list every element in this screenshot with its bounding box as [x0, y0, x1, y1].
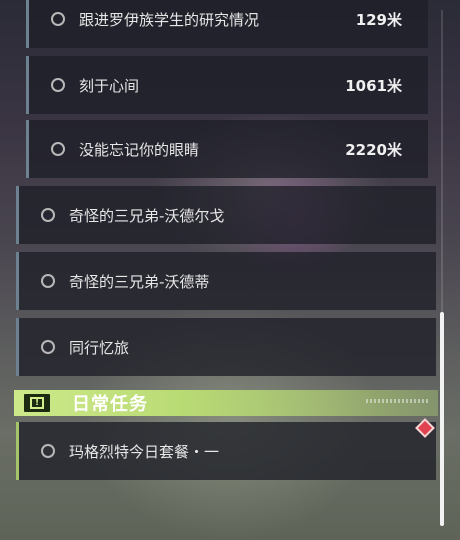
quest-item-sub[interactable]: 没能忘记你的眼睛 2220米: [26, 120, 428, 178]
quest-title: 跟进罗伊族学生的研究情况: [79, 10, 260, 29]
quest-distance: 2220米: [345, 140, 402, 159]
quest-status-circle-icon: [51, 12, 65, 26]
quest-item-sub[interactable]: 跟进罗伊族学生的研究情况 129米: [26, 0, 428, 48]
quest-title: 同行忆旅: [69, 338, 130, 357]
quest-title: 刻于心间: [79, 76, 140, 95]
quest-title: 玛格烈特今日套餐・一: [69, 442, 220, 461]
quest-title: 没能忘记你的眼睛: [79, 140, 200, 159]
quest-status-circle-icon: [41, 208, 55, 222]
quest-status-circle-icon: [51, 142, 65, 156]
quest-distance: 1061米: [345, 76, 402, 95]
quest-status-circle-icon: [41, 444, 55, 458]
quest-status-circle-icon: [41, 274, 55, 288]
quest-title: 奇怪的三兄弟-沃德尔戈: [69, 206, 225, 225]
quest-item-main[interactable]: 奇怪的三兄弟-沃德蒂: [16, 252, 436, 310]
header-decoration: [366, 399, 430, 403]
quest-distance: 129米: [355, 10, 402, 29]
quest-title: 奇怪的三兄弟-沃德蒂: [69, 272, 210, 291]
scrollbar-thumb[interactable]: [440, 312, 444, 526]
quest-status-circle-icon: [51, 78, 65, 92]
quest-item-daily[interactable]: 玛格烈特今日套餐・一: [16, 422, 436, 480]
daily-icon-glyph: !: [30, 397, 44, 409]
quest-item-main[interactable]: 奇怪的三兄弟-沃德尔戈: [16, 186, 436, 244]
quest-item-sub[interactable]: 刻于心间 1061米: [26, 56, 428, 114]
quest-item-main[interactable]: 同行忆旅: [16, 318, 436, 376]
quest-status-circle-icon: [41, 340, 55, 354]
daily-quests-title: 日常任务: [72, 394, 148, 415]
exclamation-box-icon: !: [24, 394, 50, 412]
daily-quests-header[interactable]: ! 日常任务: [14, 390, 438, 416]
